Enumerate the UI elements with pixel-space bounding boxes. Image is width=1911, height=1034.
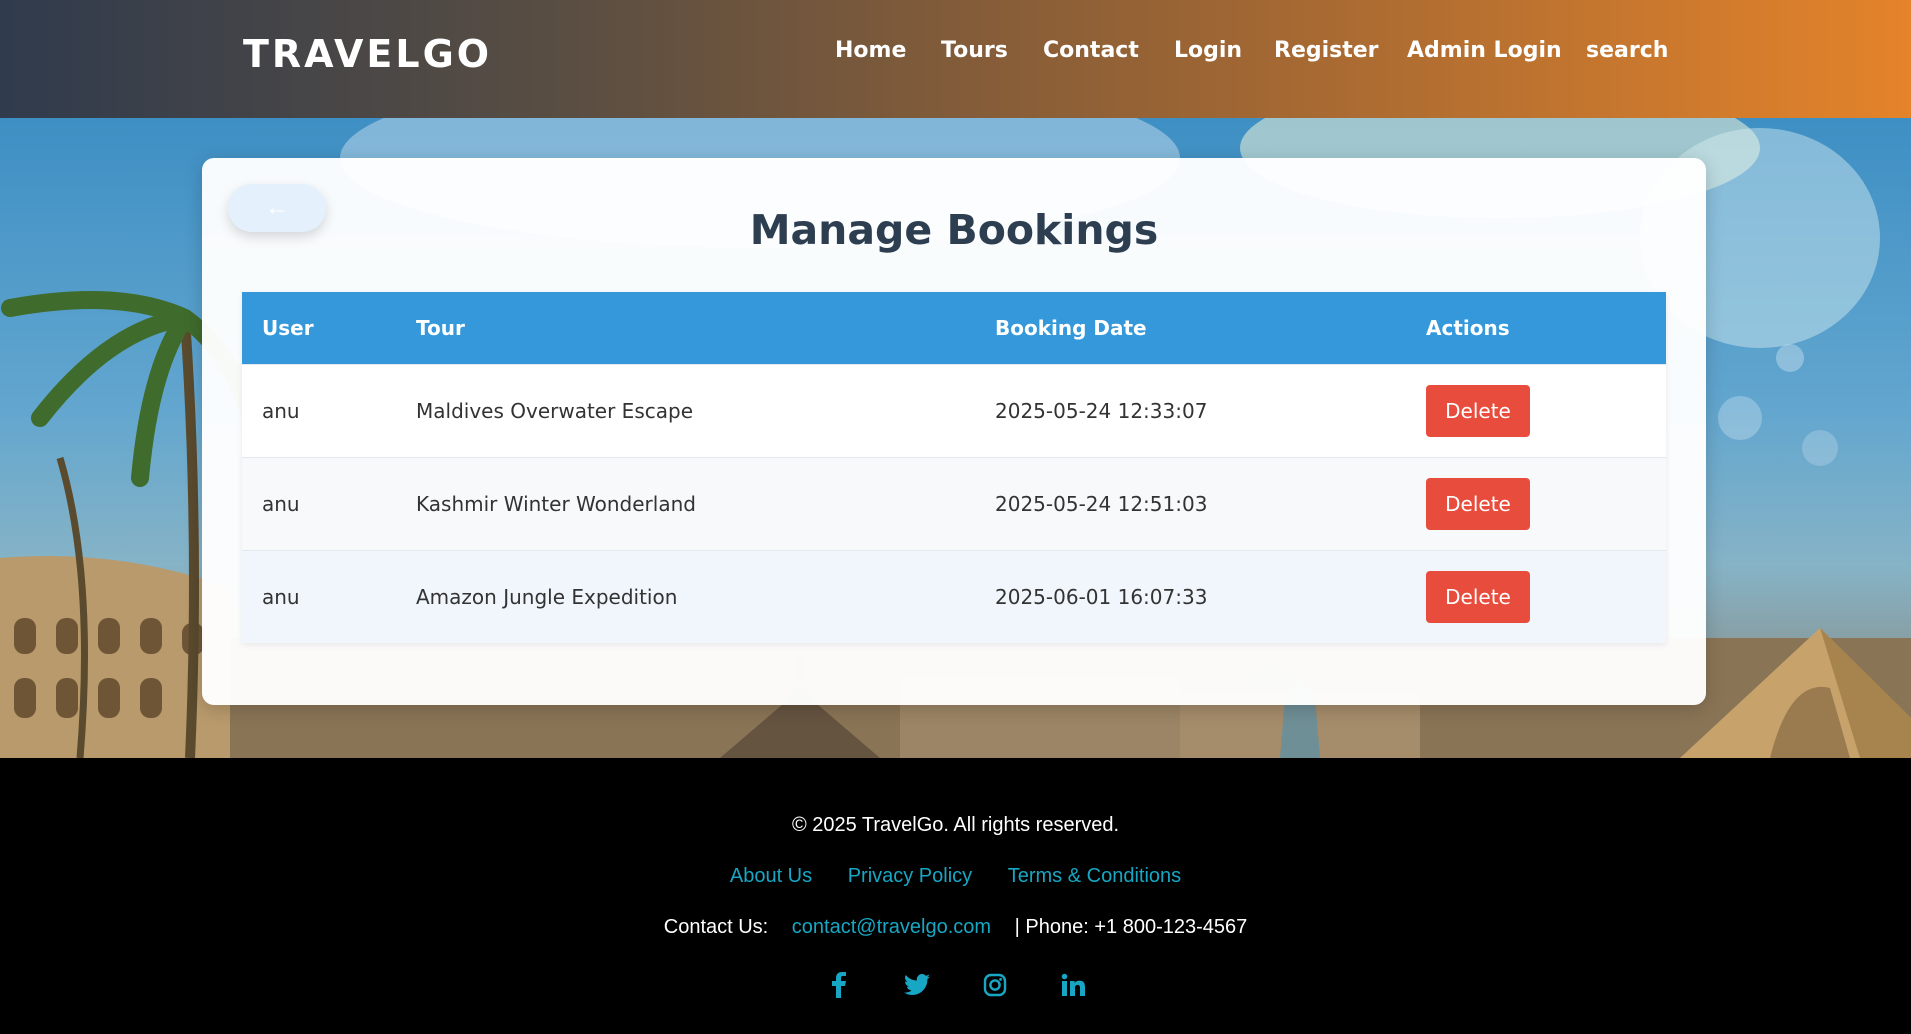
column-header-booking-date: Booking Date xyxy=(995,315,1147,340)
social-links xyxy=(0,968,1911,1002)
footer-link-privacy-policy[interactable]: Privacy Policy xyxy=(848,865,972,887)
column-header-user: User xyxy=(262,315,314,340)
footer-links: About Us Privacy Policy Terms & Conditio… xyxy=(0,865,1911,888)
facebook-icon[interactable] xyxy=(822,968,856,1002)
column-header-tour: Tour xyxy=(416,315,465,340)
delete-button[interactable]: Delete xyxy=(1426,570,1530,623)
nav-search[interactable]: search xyxy=(1586,38,1668,63)
contact-line: Contact Us: contact@travelgo.com | Phone… xyxy=(0,916,1911,939)
table-row: anu Amazon Jungle Expedition 2025-06-01 … xyxy=(242,550,1666,643)
page-title: Manage Bookings xyxy=(749,206,1159,254)
contact-phone: | Phone: +1 800-123-4567 xyxy=(1014,916,1248,938)
table-row: anu Kashmir Winter Wonderland 2025-05-24… xyxy=(242,457,1666,550)
contact-email-link[interactable]: contact@travelgo.com xyxy=(792,916,991,938)
nav-home[interactable]: Home xyxy=(835,38,906,63)
site-footer: © 2025 TravelGo. All rights reserved. Ab… xyxy=(0,758,1911,1034)
footer-link-about-us[interactable]: About Us xyxy=(730,865,812,887)
cell-booking-date: 2025-05-24 12:51:03 xyxy=(995,491,1208,516)
bookings-table: User Tour Booking Date Actions anu Maldi… xyxy=(242,292,1666,643)
column-header-actions: Actions xyxy=(1426,315,1510,340)
table-header-row: User Tour Booking Date Actions xyxy=(242,292,1666,364)
cell-booking-date: 2025-05-24 12:33:07 xyxy=(995,398,1208,423)
cell-actions: Delete xyxy=(1406,364,1666,457)
cell-tour: Amazon Jungle Expedition xyxy=(416,584,678,609)
cell-tour: Kashmir Winter Wonderland xyxy=(416,491,696,516)
nav-contact[interactable]: Contact xyxy=(1043,38,1139,63)
delete-button[interactable]: Delete xyxy=(1426,384,1530,437)
manage-bookings-card: ← Manage Bookings User Tour Booking Date… xyxy=(202,158,1706,705)
nav-tours[interactable]: Tours xyxy=(941,38,1008,63)
bookings-table-wrapper: User Tour Booking Date Actions anu Maldi… xyxy=(242,292,1666,643)
copyright-text: © 2025 TravelGo. All rights reserved. xyxy=(791,814,1120,836)
cell-booking-date: 2025-06-01 16:07:33 xyxy=(995,584,1208,609)
cell-actions: Delete xyxy=(1406,457,1666,550)
contact-label: Contact Us: xyxy=(663,916,769,938)
table-row: anu Maldives Overwater Escape 2025-05-24… xyxy=(242,364,1666,457)
cell-user: anu xyxy=(262,491,300,516)
cell-user: anu xyxy=(262,398,300,423)
nav-admin-login[interactable]: Admin Login xyxy=(1407,38,1562,63)
nav-register[interactable]: Register xyxy=(1274,38,1379,63)
twitter-icon[interactable] xyxy=(900,968,934,1002)
cell-tour: Maldives Overwater Escape xyxy=(416,398,693,423)
instagram-icon[interactable] xyxy=(978,968,1012,1002)
site-header: TRAVELGO Home Tours Contact Login Regist… xyxy=(0,0,1911,118)
main-nav: Home Tours Contact Login Register Admin … xyxy=(0,38,1911,68)
nav-login[interactable]: Login xyxy=(1174,38,1242,63)
footer-link-terms[interactable]: Terms & Conditions xyxy=(1008,865,1181,887)
linkedin-icon[interactable] xyxy=(1056,968,1090,1002)
cell-user: anu xyxy=(262,584,300,609)
delete-button[interactable]: Delete xyxy=(1426,477,1530,530)
cell-actions: Delete xyxy=(1406,550,1666,643)
